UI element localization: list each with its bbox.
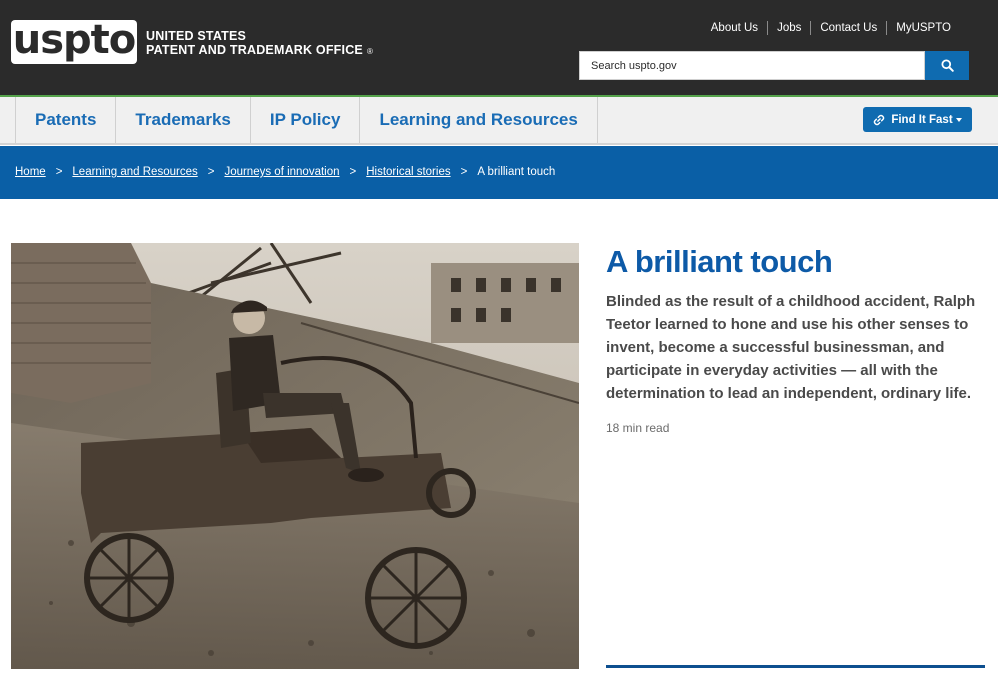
search-button[interactable] xyxy=(925,51,969,80)
breadcrumb: Home > Learning and Resources > Journeys… xyxy=(15,166,555,178)
breadcrumb-current: A brilliant touch xyxy=(477,166,556,178)
site-search xyxy=(579,51,969,80)
breadcrumb-learning-and-resources[interactable]: Learning and Resources xyxy=(72,166,197,178)
breadcrumb-bar: Home > Learning and Resources > Journeys… xyxy=(0,146,998,199)
nav-item-patents[interactable]: Patents xyxy=(15,97,115,143)
nav-label: IP Policy xyxy=(269,110,341,129)
utility-links: About Us Jobs Contact Us MyUSPTO xyxy=(702,21,960,35)
search-icon xyxy=(940,59,954,72)
main-nav: Patents Trademarks IP Policy Learning an… xyxy=(0,97,998,145)
nav-item-trademarks[interactable]: Trademarks xyxy=(115,97,249,143)
breadcrumb-separator: > xyxy=(55,166,63,178)
article-hero-image xyxy=(11,243,579,669)
jobs-link[interactable]: Jobs xyxy=(768,21,810,35)
article-summary: Blinded as the result of a childhood acc… xyxy=(606,293,976,402)
section-divider xyxy=(606,665,985,668)
nav-item-ip-policy[interactable]: IP Policy xyxy=(249,97,360,143)
caret-down-icon xyxy=(955,117,962,122)
find-it-fast-label: Find It Fast xyxy=(891,113,953,126)
site-header: uspto UNITED STATES PATENT AND TRADEMARK… xyxy=(0,0,998,96)
link-icon xyxy=(874,114,885,125)
breadcrumb-separator: > xyxy=(460,166,468,178)
breadcrumb-journeys-of-innovation[interactable]: Journeys of innovation xyxy=(224,166,339,178)
breadcrumb-separator: > xyxy=(349,166,357,178)
myuspto-link[interactable]: MyUSPTO xyxy=(887,21,960,35)
boy-in-toy-car-photo xyxy=(11,243,579,669)
nav-label: Learning and Resources xyxy=(379,110,578,129)
read-time: 18 min read xyxy=(606,421,670,435)
logo-text: uspto xyxy=(12,17,137,63)
find-it-fast-button[interactable]: Find It Fast xyxy=(863,107,972,132)
breadcrumb-home[interactable]: Home xyxy=(15,166,46,178)
nav-item-learning-and-resources[interactable]: Learning and Resources xyxy=(359,97,598,143)
nav-label: Patents xyxy=(35,110,97,129)
contact-us-link[interactable]: Contact Us xyxy=(811,21,886,35)
nav-label: Trademarks xyxy=(135,110,231,129)
search-input[interactable] xyxy=(579,51,925,80)
registered-mark: ® xyxy=(366,47,374,56)
agency-name[interactable]: UNITED STATES PATENT AND TRADEMARK OFFIC… xyxy=(146,29,373,59)
agency-line-1: UNITED STATES xyxy=(146,29,247,43)
uspto-logo[interactable]: uspto xyxy=(11,20,137,64)
breadcrumb-separator: > xyxy=(207,166,215,178)
article-title: A brilliant touch xyxy=(606,244,833,279)
breadcrumb-historical-stories[interactable]: Historical stories xyxy=(366,166,450,178)
agency-line-2: PATENT AND TRADEMARK OFFICE xyxy=(146,43,363,57)
about-us-link[interactable]: About Us xyxy=(702,21,767,35)
